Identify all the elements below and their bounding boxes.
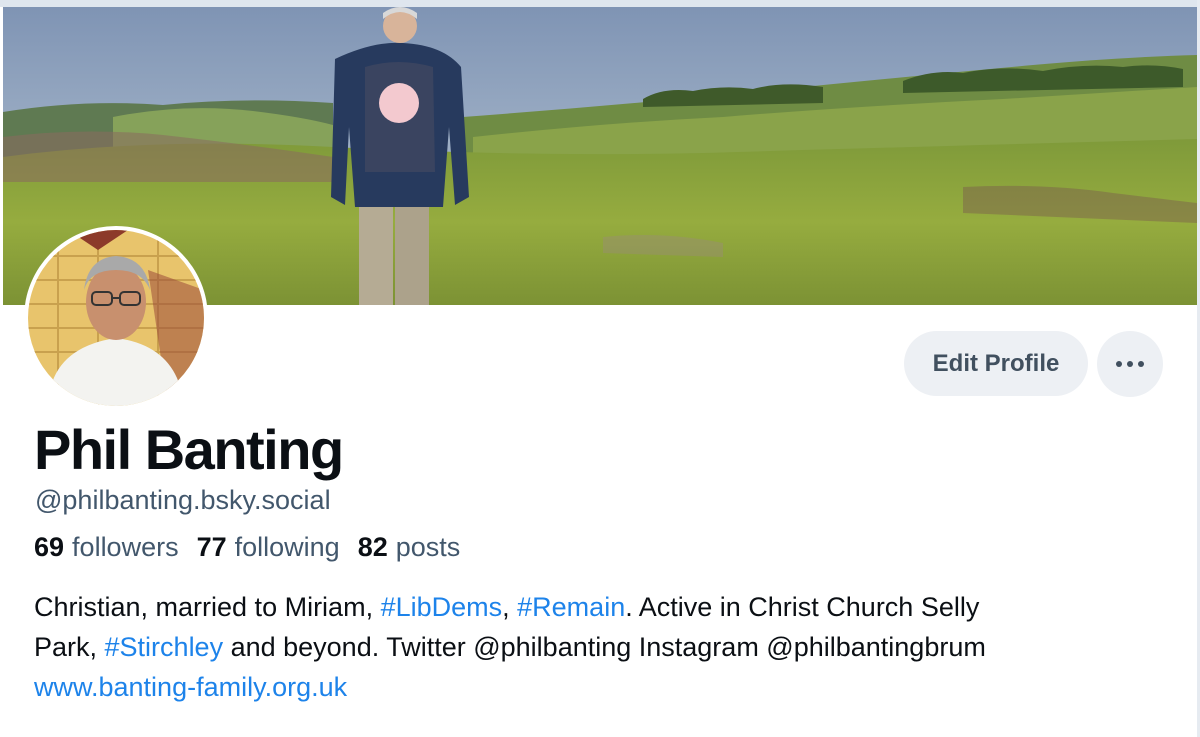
top-divider [0,0,1200,7]
following-label: following [234,532,340,562]
profile-page: Edit Profile Phil Banting @philbanting.b… [0,0,1200,737]
hashtag-libdems[interactable]: #LibDems [381,592,503,622]
bio-line-1: Christian, married to Miriam, #LibDems, … [34,587,1174,627]
ellipsis-icon [1116,361,1144,367]
posts-count: 82 [357,532,388,562]
edit-profile-button[interactable]: Edit Profile [904,331,1088,396]
bio-text: and beyond. Twitter @philbanting Instagr… [223,632,986,662]
website-link[interactable]: www.banting-family.org.uk [34,672,347,702]
avatar-photo [28,230,204,406]
bio-text: . Active in Christ Church Selly [625,592,980,622]
followers-stat[interactable]: 69 followers [34,530,179,564]
bio-line-2: Park, #Stirchley and beyond. Twitter @ph… [34,627,1174,667]
followers-label: followers [72,532,179,562]
profile-stats: 69 followers 77 following 82 posts [34,530,478,564]
posts-label: posts [395,532,461,562]
more-options-button[interactable] [1097,331,1163,397]
posts-stat: 82 posts [358,530,461,564]
profile-handle: @philbanting.bsky.social [35,485,331,515]
hashtag-stirchley[interactable]: #Stirchley [105,632,224,662]
profile-bio: Christian, married to Miriam, #LibDems, … [34,587,1174,707]
following-stat[interactable]: 77 following [197,530,340,564]
following-count: 77 [196,532,227,562]
bio-text: Park, [34,632,105,662]
display-name: Phil Banting [34,418,344,481]
bio-text: , [502,592,518,622]
bio-line-3: www.banting-family.org.uk [34,667,1174,707]
avatar[interactable] [24,226,208,410]
hashtag-remain[interactable]: #Remain [517,592,625,622]
bio-text: Christian, married to Miriam, [34,592,381,622]
followers-count: 69 [34,532,65,562]
